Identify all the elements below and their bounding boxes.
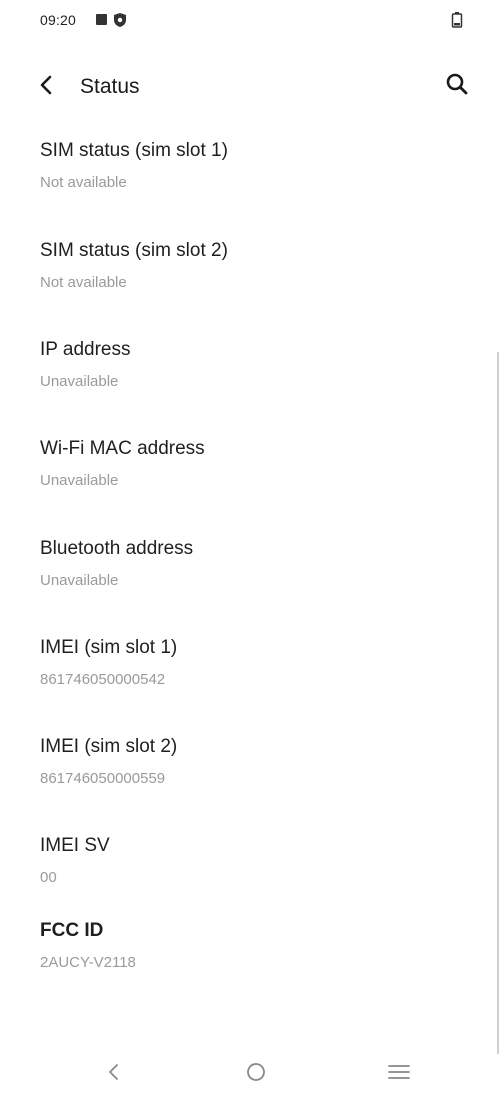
list-item-bluetooth-address[interactable]: Bluetooth address Unavailable: [40, 536, 470, 591]
item-title: IP address: [40, 339, 131, 360]
list-item-wifi-mac-address[interactable]: Wi-Fi MAC address Unavailable: [40, 436, 470, 491]
scrollbar[interactable]: [497, 352, 499, 1054]
item-value: 861746050000559: [40, 770, 166, 787]
nav-menu-icon[interactable]: [386, 1060, 412, 1084]
item-title: IMEI (sim slot 1): [40, 637, 178, 658]
item-title: IMEI (sim slot 2): [40, 736, 178, 757]
item-title: SIM status (sim slot 1): [40, 140, 228, 161]
chevron-left-icon: [36, 74, 56, 101]
item-value: Unavailable: [40, 572, 119, 589]
search-icon: [445, 72, 469, 101]
list-item-ip-address[interactable]: IP address Unavailable: [40, 337, 470, 392]
status-time: 09:20: [40, 12, 77, 28]
item-value: Not available: [40, 274, 127, 291]
item-title: FCC ID: [40, 920, 104, 941]
list-item-imei-slot-2[interactable]: IMEI (sim slot 2) 861746050000559: [40, 734, 470, 789]
square-notification-icon: [96, 14, 107, 25]
search-button[interactable]: [442, 71, 472, 101]
battery-icon: [451, 11, 463, 29]
list-item-sim-status-slot-1[interactable]: SIM status (sim slot 1) Not available: [40, 138, 470, 193]
app-bar: Status: [0, 55, 500, 119]
status-list[interactable]: ​ SIM status (sim slot 1) Not available …: [0, 128, 500, 1048]
list-item-imei-slot-1[interactable]: IMEI (sim slot 1) 861746050000542: [40, 635, 470, 690]
item-value: 2AUCY-V2118: [40, 954, 136, 971]
shield-icon: [113, 12, 127, 28]
page-title: Status: [80, 75, 140, 98]
item-title: Wi-Fi MAC address: [40, 438, 205, 459]
item-value: 861746050000542: [40, 671, 166, 688]
item-value: Unavailable: [40, 373, 119, 390]
item-value: Unavailable: [40, 472, 119, 489]
back-button[interactable]: [32, 73, 60, 101]
item-value: Not available: [40, 174, 127, 191]
item-value: 00: [40, 869, 57, 886]
item-title: SIM status (sim slot 2): [40, 240, 228, 261]
item-title: IMEI SV: [40, 835, 110, 856]
status-bar: 09:20: [0, 0, 500, 40]
list-item-fcc-id[interactable]: FCC ID 2AUCY-V2118: [40, 918, 470, 973]
nav-home-icon[interactable]: [244, 1060, 268, 1084]
list-item-imei-sv[interactable]: IMEI SV 00: [40, 833, 470, 888]
item-title: Bluetooth address: [40, 538, 194, 559]
navigation-bar: [0, 1052, 500, 1093]
list-item-sim-status-slot-2[interactable]: SIM status (sim slot 2) Not available: [40, 238, 470, 293]
nav-back-icon[interactable]: [102, 1060, 126, 1084]
